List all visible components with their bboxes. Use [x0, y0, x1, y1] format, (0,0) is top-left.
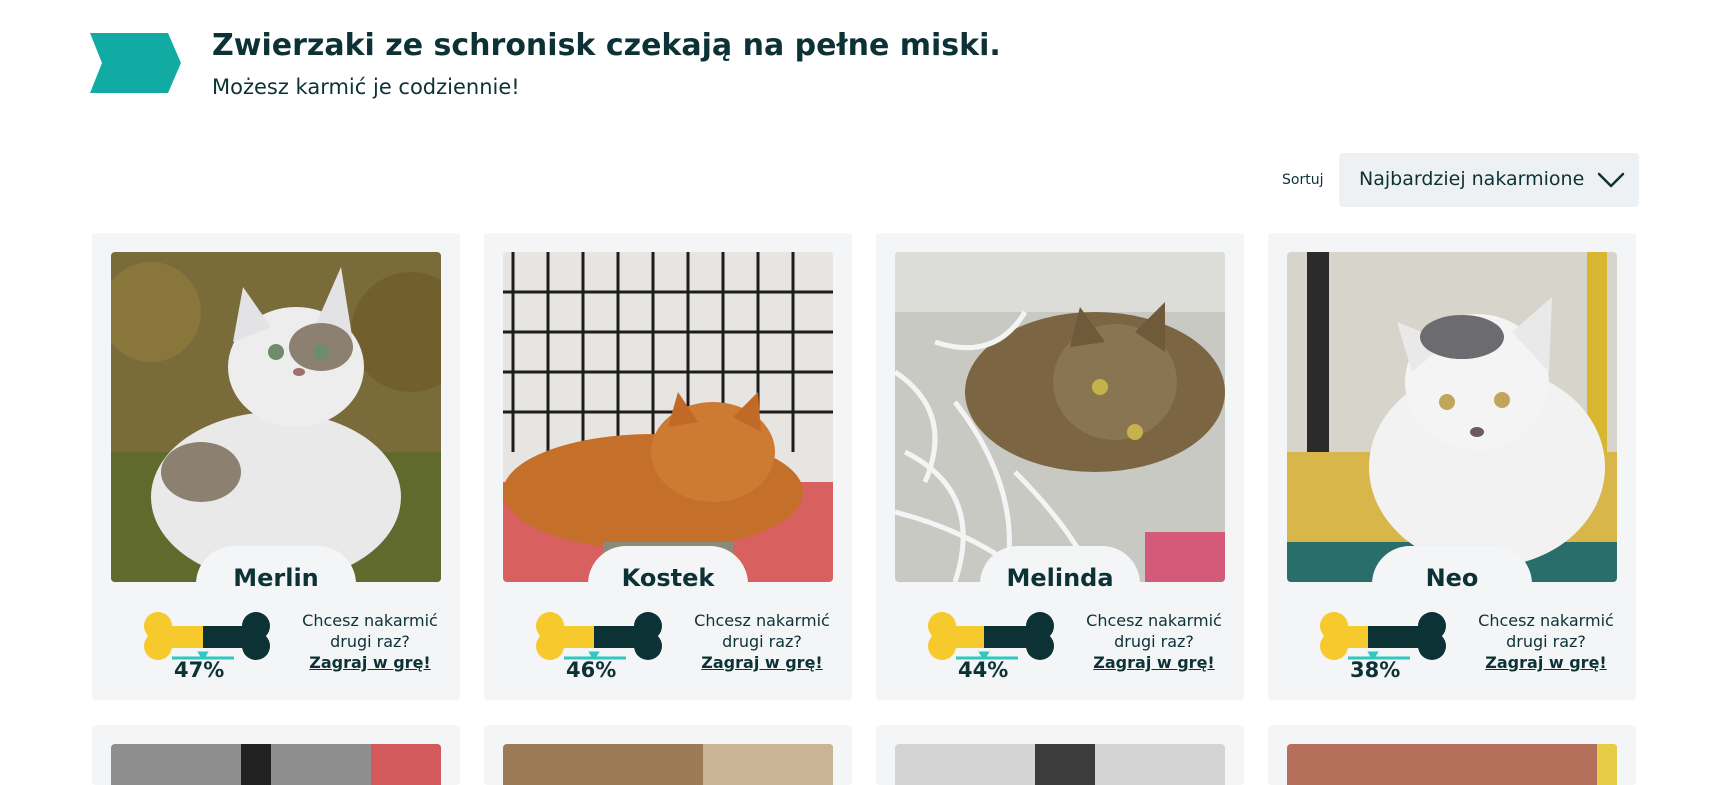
pet-card[interactable] [876, 725, 1244, 785]
pet-name: Kostek [621, 564, 715, 592]
play-game-link[interactable]: Zagraj w grę! [295, 652, 445, 673]
pet-card[interactable] [484, 725, 852, 785]
pet-name: Neo [1425, 564, 1479, 592]
page-subtitle: Możesz karmić je codziennie! [212, 75, 520, 99]
chevron-down-icon [1597, 172, 1625, 188]
feed-again-question: Chcesz nakarmić drugi raz? [302, 611, 438, 651]
pet-name: Melinda [1006, 564, 1114, 592]
pet-card[interactable]: Kostek 46% Chcesz nakarmić drugi raz? Za… [484, 233, 852, 700]
pet-name-tab: Merlin [196, 546, 356, 600]
play-game-link[interactable]: Zagraj w grę! [1471, 652, 1621, 673]
pet-name-tab: Melinda [980, 546, 1140, 600]
pet-photo[interactable] [1287, 252, 1617, 582]
page-header: Zwierzaki ze schronisk czekają na pełne … [88, 28, 1001, 108]
feed-percent: 47% [174, 658, 225, 682]
chevron-badge-icon [90, 33, 181, 93]
feed-again-cta: Chcesz nakarmić drugi raz? Zagraj w grę! [1471, 610, 1621, 673]
pet-photo[interactable] [111, 744, 441, 785]
feed-percent: 44% [958, 658, 1009, 682]
pet-photo[interactable] [1287, 744, 1617, 785]
pet-photo[interactable] [503, 252, 833, 582]
feed-again-question: Chcesz nakarmić drugi raz? [1478, 611, 1614, 651]
pet-name-tab: Neo [1372, 546, 1532, 600]
sort-label: Sortuj [1282, 172, 1324, 188]
feed-percent: 38% [1350, 658, 1401, 682]
pet-name: Merlin [233, 564, 319, 592]
play-game-link[interactable]: Zagraj w grę! [1079, 652, 1229, 673]
pet-card[interactable]: Merlin 47% Chcesz nakarmić drugi raz? Za… [92, 233, 460, 700]
pet-photo[interactable] [895, 252, 1225, 582]
feed-again-cta: Chcesz nakarmić drugi raz? Zagraj w grę! [687, 610, 837, 673]
pet-photo[interactable] [111, 252, 441, 582]
pet-card[interactable]: Melinda 44% Chcesz nakarmić drugi raz? Z… [876, 233, 1244, 700]
page-title: Zwierzaki ze schronisk czekają na pełne … [212, 28, 1001, 63]
pet-card[interactable]: Neo 38% Chcesz nakarmić drugi raz? Zagra… [1268, 233, 1636, 700]
feed-again-cta: Chcesz nakarmić drugi raz? Zagraj w grę! [295, 610, 445, 673]
feed-again-cta: Chcesz nakarmić drugi raz? Zagraj w grę! [1079, 610, 1229, 673]
feed-again-question: Chcesz nakarmić drugi raz? [1086, 611, 1222, 651]
pet-photo[interactable] [503, 744, 833, 785]
pet-name-tab: Kostek [588, 546, 748, 600]
feed-percent: 46% [566, 658, 617, 682]
sort-dropdown[interactable]: Najbardziej nakarmione [1339, 153, 1639, 207]
pet-photo[interactable] [895, 744, 1225, 785]
pet-card[interactable] [92, 725, 460, 785]
play-game-link[interactable]: Zagraj w grę! [687, 652, 837, 673]
feed-again-question: Chcesz nakarmić drugi raz? [694, 611, 830, 651]
sort-selected-value: Najbardziej nakarmione [1359, 168, 1585, 190]
pet-card[interactable] [1268, 725, 1636, 785]
